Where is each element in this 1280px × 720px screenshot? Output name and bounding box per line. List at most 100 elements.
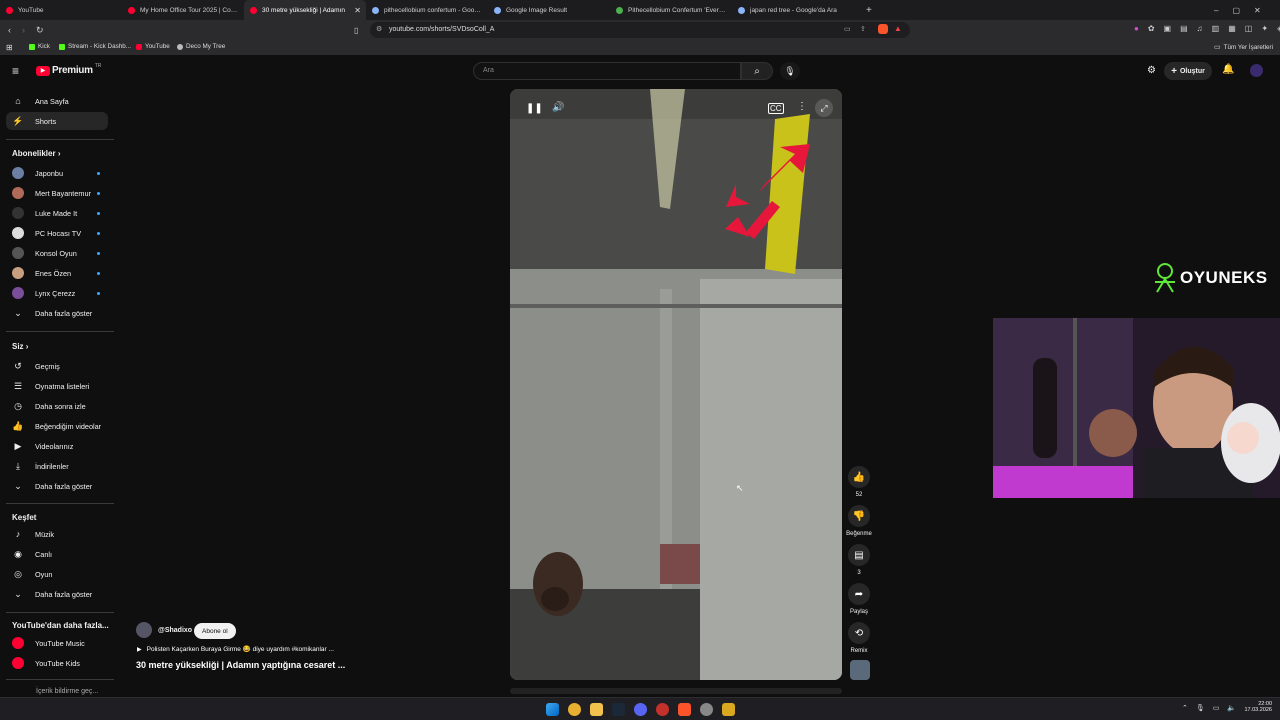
sidebar-item-explore[interactable]: ⌄ Daha fazla göster (6, 585, 108, 603)
extension-icon[interactable]: ▤ (1180, 24, 1188, 33)
network-icon[interactable]: ▭ (1213, 704, 1220, 712)
sidebar-item-you[interactable]: ↺ Geçmiş (6, 357, 108, 375)
sidebar-item-you[interactable]: ◷ Daha sonra izle (6, 397, 108, 415)
shorts-video-player[interactable]: ❚❚ 🔊 CC ⋮ ⤢ (510, 89, 842, 680)
sidebar-item-explore[interactable]: ◉ Canlı (6, 545, 108, 563)
maximize-icon[interactable]: ▢ (1232, 6, 1240, 15)
extension-icon[interactable]: ♫ (1197, 24, 1203, 33)
search-input[interactable]: Ara (473, 62, 741, 80)
browser-tab[interactable]: pithecellobium confertum - Google'd (366, 0, 488, 20)
sidebar-item-you[interactable]: 👍 Beğendiğim videolar (6, 417, 108, 435)
app-icon[interactable] (722, 703, 735, 716)
create-button[interactable]: + Oluştur (1164, 62, 1212, 80)
sidebar-item-you[interactable]: ⤓ İndirilenler (6, 457, 108, 475)
sound-thumbnail[interactable] (850, 660, 870, 680)
search-button[interactable]: ⌕ (741, 62, 773, 80)
cast-icon[interactable]: ▭ (844, 25, 851, 33)
sidebar-item-more[interactable]: YouTube Kids (6, 654, 108, 672)
cast-settings-icon[interactable]: ⚙ (1147, 65, 1156, 76)
subscriptions-heading[interactable]: Abonelikler › (12, 149, 60, 158)
address-bar[interactable]: ⚙ youtube.com/shorts/SVDsoColl_A ▭ ⇪ ▲ (370, 22, 910, 38)
share-button[interactable]: ➦ (848, 583, 870, 605)
forward-icon[interactable]: › (22, 25, 25, 35)
tray-chevron-icon[interactable]: ⌃ (1182, 704, 1188, 712)
all-bookmarks[interactable]: ▭ Tüm Yer İşaretleri (1214, 43, 1273, 52)
brave-rewards-icon[interactable]: ▲ (894, 24, 902, 33)
volume-icon[interactable]: 🔊 (552, 102, 564, 113)
sidebar-item-you[interactable]: ▶ Videolarınız (6, 437, 108, 455)
fullscreen-icon[interactable]: ⤢ (815, 99, 833, 117)
like-button[interactable]: 👍 (848, 466, 870, 488)
browser-tab[interactable]: japan red tree - Google'da Ara (732, 0, 854, 20)
browser-tab[interactable]: My Home Office Tour 2025 | Content (122, 0, 244, 20)
channel-name[interactable]: @Shadixo (158, 627, 192, 634)
reload-icon[interactable]: ↻ (36, 25, 44, 36)
voice-search-button[interactable]: 🎙 (780, 62, 800, 80)
sidebar-item-you[interactable]: ☰ Oynatma listeleri (6, 377, 108, 395)
close-tab-icon[interactable]: ✕ (354, 6, 361, 15)
extension-icon[interactable]: ✿ (1148, 24, 1155, 33)
dislike-button[interactable]: 👎 (848, 505, 870, 527)
clock[interactable]: 22:00 17.03.2026 (1240, 701, 1272, 713)
pause-icon[interactable]: ❚❚ (526, 103, 543, 114)
subscription-item[interactable]: Konsol Oyun (6, 244, 108, 262)
chrome-icon[interactable] (568, 703, 581, 716)
sidebar-item-home[interactable]: ⌂ Ana Sayfa (6, 92, 108, 110)
apps-grid-icon[interactable]: ⊞ (6, 43, 13, 52)
channel-avatar[interactable] (136, 622, 152, 638)
browser-tab[interactable]: Pithecellobium Confertum 'Everfresh (610, 0, 732, 20)
subscription-item[interactable]: Japonbu (6, 164, 108, 182)
file-explorer-icon[interactable] (590, 703, 603, 716)
brave-icon[interactable] (678, 703, 691, 716)
app-icon[interactable] (700, 703, 713, 716)
sidebar-toggle-icon[interactable]: ▥ (1212, 24, 1220, 33)
subscription-item[interactable]: Enes Özen (6, 264, 108, 282)
sidebar-item-shorts[interactable]: ⚡ Shorts (6, 112, 108, 130)
browser-tab[interactable]: Google Image Result (488, 0, 610, 20)
browser-tab[interactable]: YouTube (0, 0, 122, 20)
show-more-subscriptions[interactable]: ⌄ Daha fazla göster (6, 304, 108, 322)
new-tab-button[interactable]: + (866, 0, 872, 20)
short-caption[interactable]: ▶ Polisten Kaçarken Buraya Girme 😂 diye … (137, 645, 334, 653)
subscribe-button[interactable]: Abone ol (194, 623, 236, 639)
report-history-link[interactable]: İçerik bildirme geç... (36, 688, 98, 695)
browser-tab[interactable]: 30 metre yüksekliği | Adamın ✕ (244, 0, 366, 20)
obs-icon[interactable] (656, 703, 669, 716)
subscription-item[interactable]: PC Hocası TV (6, 224, 108, 242)
sidebar-item-explore[interactable]: ♪ Müzik (6, 525, 108, 543)
extension-icon[interactable]: ● (1134, 24, 1139, 33)
short-title[interactable]: 30 metre yüksekliği | Adamın yaptığına c… (136, 660, 345, 670)
extension-icon[interactable]: ▣ (1164, 24, 1172, 33)
bookmark-item[interactable]: Deco My Tree (177, 43, 225, 50)
subscription-item[interactable]: Lynx Çerezz (6, 284, 108, 302)
bookmark-item[interactable]: Stream - Kick Dashb... (59, 43, 131, 50)
more-options-icon[interactable]: ⋮ (797, 101, 807, 112)
share-page-icon[interactable]: ⇪ (860, 25, 866, 33)
bookmark-item[interactable]: YouTube (136, 43, 170, 50)
account-avatar[interactable] (1250, 64, 1263, 77)
subscription-item[interactable]: Mert Bayantemur (6, 184, 108, 202)
comments-button[interactable]: ▤ (848, 544, 870, 566)
leo-icon[interactable]: ✦ (1261, 24, 1268, 33)
wallet-icon[interactable]: ◫ (1245, 24, 1253, 33)
minimize-icon[interactable]: – (1214, 6, 1218, 15)
back-icon[interactable]: ‹ (8, 25, 11, 35)
subscription-item[interactable]: Luke Made It (6, 204, 108, 222)
bookmark-item[interactable]: Kick (29, 43, 50, 50)
captions-icon[interactable]: CC (768, 103, 784, 114)
start-icon[interactable] (546, 703, 559, 716)
notifications-icon[interactable]: 🔔 (1222, 64, 1234, 75)
bookmark-icon[interactable]: ▯ (354, 26, 358, 35)
remix-button[interactable]: ⟲ (848, 622, 870, 644)
discord-icon[interactable] (634, 703, 647, 716)
sidebar-item-you[interactable]: ⌄ Daha fazla göster (6, 477, 108, 495)
microphone-icon[interactable]: 🎙 (1196, 704, 1205, 712)
sidebar-item-explore[interactable]: ◎ Oyun (6, 565, 108, 583)
wallet-icon[interactable]: ▦ (1228, 24, 1236, 33)
sidebar-item-more[interactable]: YouTube Music (6, 634, 108, 652)
you-heading[interactable]: Siz › (12, 342, 28, 351)
close-window-icon[interactable]: ✕ (1254, 6, 1261, 15)
brave-shields-icon[interactable] (878, 24, 888, 34)
steam-icon[interactable] (612, 703, 625, 716)
speaker-icon[interactable]: 🔈 (1227, 704, 1236, 712)
